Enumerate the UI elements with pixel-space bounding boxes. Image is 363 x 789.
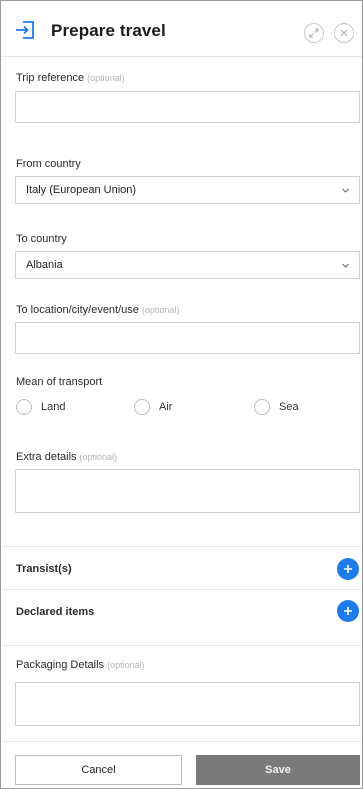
radio-label: Air <box>159 401 173 413</box>
optional-hint: (optional) <box>87 73 125 83</box>
divider <box>2 645 361 646</box>
close-icon <box>340 29 348 37</box>
plus-icon <box>344 607 352 615</box>
extra-details-label-text: Extra details <box>16 451 77 463</box>
expand-icon <box>309 28 319 38</box>
trip-reference-input[interactable] <box>16 92 359 122</box>
packaging-details-label-text: Packaging Details <box>16 659 105 671</box>
packaging-details-textarea[interactable] <box>16 683 359 725</box>
radio-label: Sea <box>279 401 299 413</box>
from-country-select[interactable]: Italy (European Union) <box>15 176 360 204</box>
plus-icon <box>344 565 352 573</box>
packaging-details-field[interactable] <box>15 682 360 726</box>
trip-reference-field[interactable] <box>15 91 360 123</box>
from-country-label: From country <box>16 158 81 170</box>
declared-items-label: Declared items <box>16 606 95 618</box>
optional-hint: (optional) <box>141 305 180 315</box>
enter-icon <box>16 21 34 39</box>
trip-reference-label: Trip reference (optional) <box>16 72 125 84</box>
transport-radio-group: Land Air Sea <box>16 399 356 421</box>
panel-header: Prepare travel <box>1 1 362 57</box>
extra-details-field[interactable] <box>15 469 360 513</box>
extra-details-label: Extra details (optional) <box>16 451 117 463</box>
divider <box>2 741 361 742</box>
extra-details-textarea[interactable] <box>16 470 359 512</box>
radio-circle[interactable] <box>254 399 270 415</box>
optional-hint: (optional) <box>79 452 118 462</box>
chevron-down-icon <box>342 188 349 193</box>
packaging-details-label: Packaging Details (optional) <box>16 659 145 671</box>
to-location-input[interactable] <box>16 323 359 353</box>
to-country-value: Albania <box>26 259 63 271</box>
radio-circle[interactable] <box>134 399 150 415</box>
radio-label: Land <box>41 401 66 413</box>
add-declared-item-button[interactable] <box>337 600 359 622</box>
chevron-down-icon <box>342 263 349 268</box>
page-title: Prepare travel <box>51 21 166 40</box>
transport-label: Mean of transport <box>16 376 103 388</box>
from-country-value: Italy (European Union) <box>26 184 137 196</box>
add-transit-button[interactable] <box>337 558 359 580</box>
transport-radio-air[interactable]: Air <box>134 399 172 415</box>
optional-hint: (optional) <box>107 660 145 670</box>
close-button[interactable] <box>334 23 354 43</box>
prepare-travel-panel: Prepare travel Trip reference (optional) … <box>0 0 363 789</box>
to-location-field[interactable] <box>15 322 360 354</box>
transport-radio-sea[interactable]: Sea <box>254 399 299 415</box>
save-button[interactable]: Save <box>196 755 360 785</box>
expand-button[interactable] <box>304 23 324 43</box>
divider <box>2 546 361 547</box>
cancel-button[interactable]: Cancel <box>15 755 182 785</box>
to-location-label: To location/city/event/use (optional) <box>16 304 179 316</box>
to-location-label-text: To location/city/event/use <box>16 304 139 316</box>
to-country-select[interactable]: Albania <box>15 251 360 279</box>
divider <box>2 589 361 590</box>
to-country-label: To country <box>16 233 67 245</box>
transport-radio-land[interactable]: Land <box>16 399 65 415</box>
transits-label: Transist(s) <box>16 563 72 575</box>
radio-circle[interactable] <box>16 399 32 415</box>
trip-reference-label-text: Trip reference <box>16 72 85 84</box>
